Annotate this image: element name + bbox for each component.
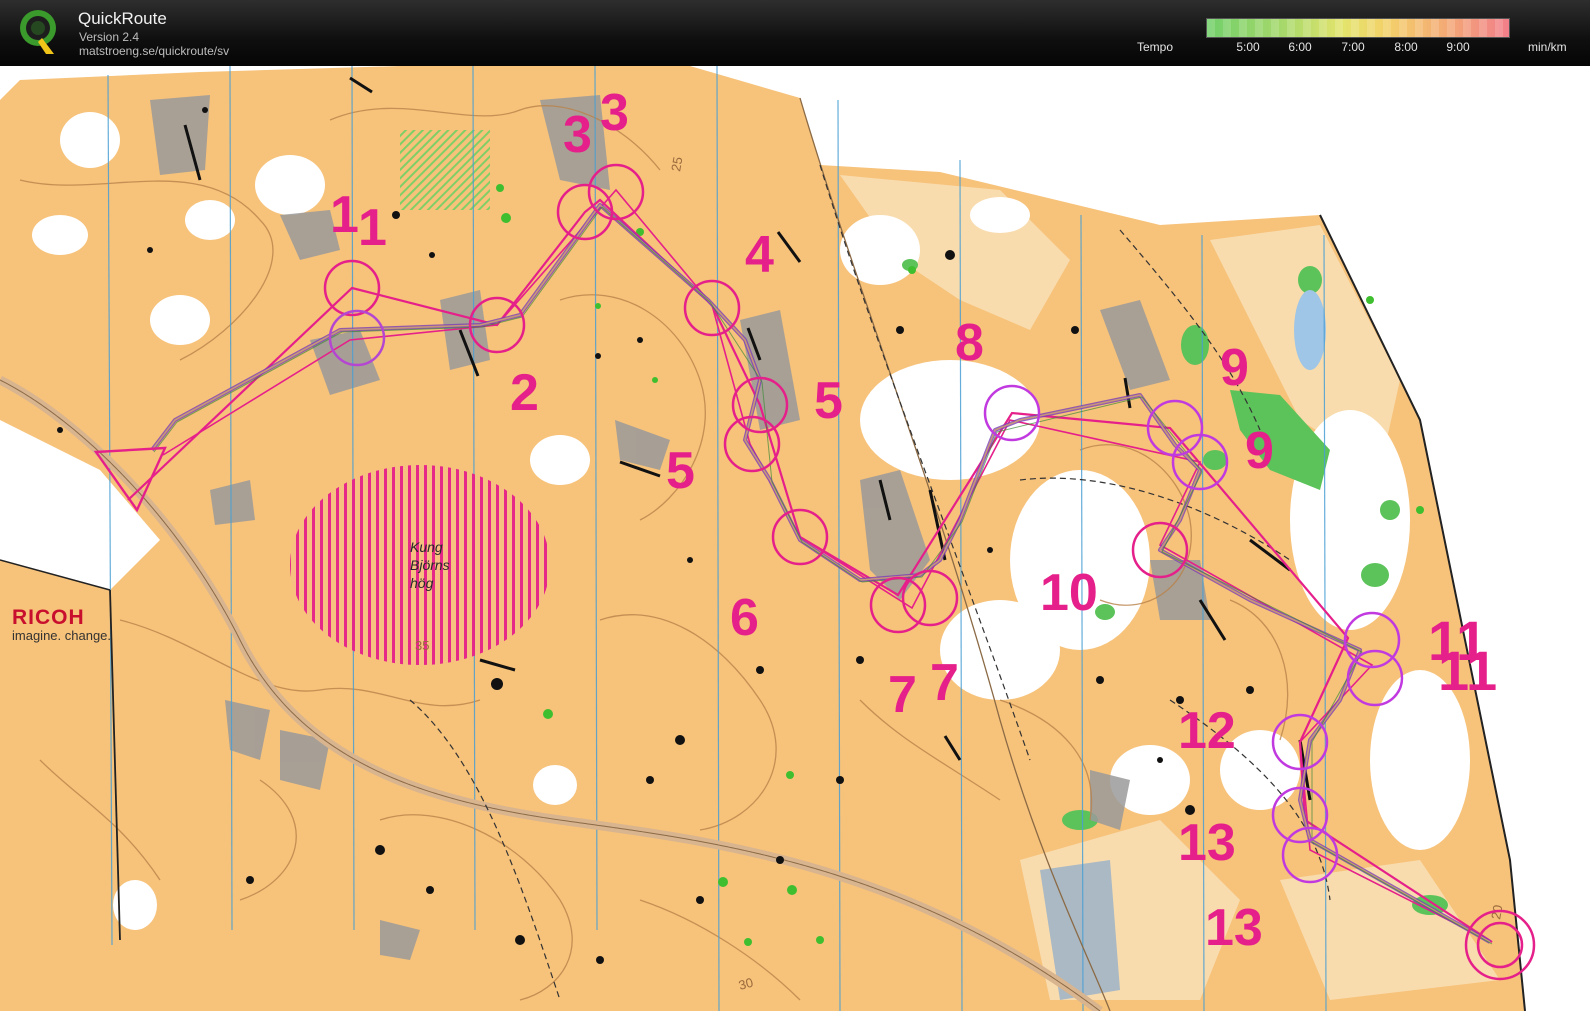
sponsor-logo: RICOH imagine. change. [12, 606, 111, 643]
contour-height-label: 35 [415, 638, 429, 653]
control-number: 11 [1438, 639, 1497, 702]
control-number: 6 [730, 589, 759, 647]
tempo-color-scale [1206, 18, 1510, 38]
control-number: 3 [563, 106, 592, 164]
green-hatched-area [400, 130, 490, 210]
place-label-line: hög [410, 575, 434, 591]
sponsor-name: RICOH [12, 606, 85, 629]
app-header: QuickRoute Version 2.4 matstroeng.se/qui… [0, 0, 1590, 66]
control-number: 9 [1220, 339, 1249, 397]
place-label-line: Kung [410, 539, 443, 555]
sponsor-tagline: imagine. change. [12, 628, 112, 643]
place-label-line: Björns [410, 557, 450, 573]
control-number: 5 [814, 372, 843, 430]
map-canvas[interactable]: Kung Björns hög 25 30 35 20 1 1 2 3 3 4 … [0, 66, 1590, 1011]
control-number: 7 [930, 654, 959, 712]
app-url[interactable]: matstroeng.se/quickroute/sv [79, 44, 229, 58]
tempo-unit: min/km [1528, 40, 1567, 54]
contour-height-label: 25 [668, 156, 685, 173]
control-number: 13 [1178, 814, 1236, 872]
control-number: 5 [666, 442, 695, 500]
control-number: 9 [1245, 422, 1274, 480]
control-number: 3 [600, 84, 629, 142]
control-number: 8 [955, 314, 984, 372]
tempo-tick: 6:00 [1288, 40, 1312, 54]
tempo-label: Tempo [1137, 40, 1174, 54]
quickroute-logo-icon [20, 10, 56, 54]
app-title: QuickRoute [78, 9, 167, 28]
control-number: 12 [1178, 702, 1236, 760]
tempo-tick: 9:00 [1446, 40, 1470, 54]
control-number: 7 [888, 666, 917, 724]
orienteering-map[interactable]: Kung Björns hög 25 30 35 20 1 1 2 3 3 4 … [0, 66, 1590, 1011]
control-number: 13 [1205, 899, 1263, 957]
tempo-tick: 5:00 [1236, 40, 1260, 54]
control-number: 4 [745, 226, 774, 284]
tempo-tick: 8:00 [1394, 40, 1418, 54]
control-number: 1 [330, 186, 359, 244]
app-version: Version 2.4 [79, 30, 140, 44]
control-number: 10 [1040, 564, 1098, 622]
tempo-tick: 7:00 [1341, 40, 1365, 54]
control-number: 1 [358, 199, 387, 257]
control-number: 2 [510, 364, 539, 422]
